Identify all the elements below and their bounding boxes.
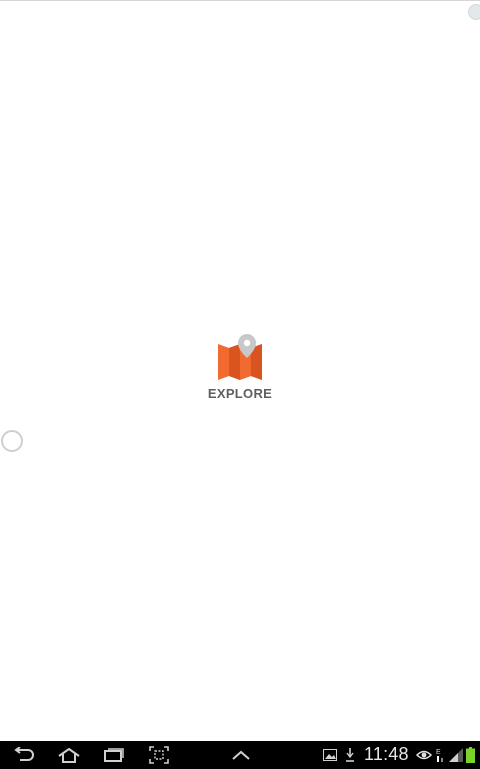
up-chevron-icon [232, 750, 250, 760]
top-divider [0, 0, 480, 1]
gallery-icon [323, 749, 337, 761]
back-button[interactable] [10, 741, 38, 769]
splash-screen: EXPLORE [0, 334, 480, 401]
signal-icon [449, 748, 463, 762]
expand-up-button[interactable] [228, 741, 254, 769]
gallery-status [323, 741, 337, 769]
corner-indicator-dot [468, 4, 480, 20]
back-icon [14, 747, 34, 761]
eye-status [416, 741, 432, 769]
folded-map-with-pin-icon [218, 334, 262, 380]
explore-label: EXPLORE [207, 386, 273, 401]
side-ring-handle[interactable] [1, 430, 23, 452]
screenshot-button[interactable] [147, 741, 171, 769]
home-icon [58, 747, 80, 763]
battery-status [466, 741, 475, 769]
signal-status [449, 741, 463, 769]
home-button[interactable] [55, 741, 83, 769]
eye-icon [416, 750, 432, 760]
system-navigation-bar: 11:48 E [0, 741, 480, 769]
network-status: E [436, 741, 444, 769]
download-status [345, 741, 355, 769]
download-icon [346, 748, 354, 762]
recent-apps-button[interactable] [101, 741, 127, 769]
svg-text:E: E [436, 749, 441, 756]
screenshot-icon [149, 746, 169, 764]
recent-apps-icon [104, 748, 124, 762]
status-clock: 11:48 [364, 744, 409, 764]
battery-icon [466, 747, 475, 763]
network-icon: E [436, 749, 443, 762]
